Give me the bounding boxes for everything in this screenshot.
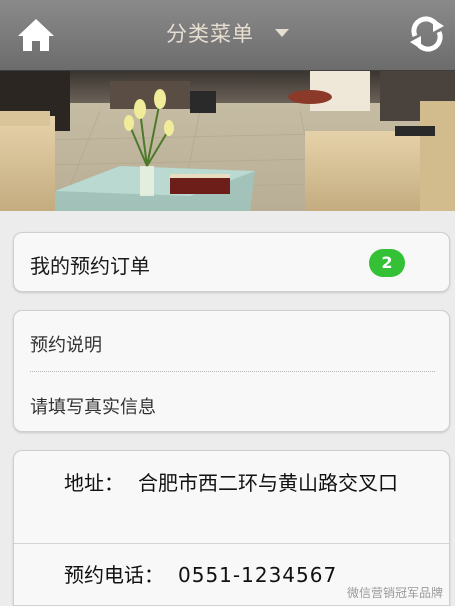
contact-card: 地址： 合肥市西二环与黄山路交叉口 预约电话： 0551-1234567 微信营销冠…: [13, 450, 450, 606]
category-menu-title[interactable]: 分类菜单: [166, 18, 254, 48]
hotel-lobby-photo: [0, 71, 455, 211]
refresh-button[interactable]: [407, 14, 447, 54]
phone-number[interactable]: 0551-1234567: [178, 563, 337, 587]
address-label: 地址：: [64, 471, 124, 495]
title-area: 分类菜单: [0, 18, 455, 48]
divider: [14, 543, 449, 544]
top-bar: 分类菜单: [0, 0, 455, 71]
fill-real-info-item[interactable]: 请填写真实信息: [30, 393, 156, 419]
divider: [30, 371, 435, 372]
refresh-icon: [410, 16, 444, 52]
phone-block[interactable]: 预约电话： 0551-1234567: [64, 559, 337, 588]
booking-info-list: 预约说明 请填写真实信息: [13, 310, 450, 432]
booking-notes-item[interactable]: 预约说明: [30, 331, 102, 357]
banner-image: [0, 71, 455, 211]
caret-down-icon[interactable]: [275, 29, 290, 37]
watermark: 微信营销冠军品牌: [346, 586, 443, 600]
order-count-badge: 2: [369, 249, 405, 277]
address-value: 合肥市西二环与黄山路交叉口: [138, 471, 398, 495]
phone-label: 预约电话：: [64, 563, 164, 587]
my-orders-label: 我的预约订单: [30, 254, 150, 278]
address-block: 地址： 合肥市西二环与黄山路交叉口: [64, 467, 419, 499]
my-orders-item[interactable]: 我的预约订单 2: [13, 232, 450, 292]
